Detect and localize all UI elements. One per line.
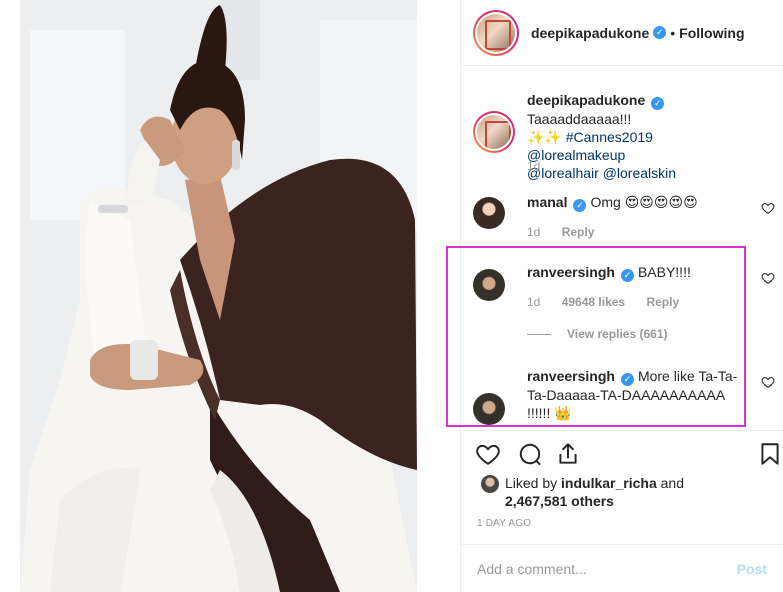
- comment-username[interactable]: ranveersingh: [527, 368, 615, 384]
- bookmark-icon[interactable]: [757, 441, 783, 467]
- comment-like-heart-icon[interactable]: [761, 375, 775, 389]
- comment-meta: 1d Reply: [527, 225, 612, 239]
- post-side-panel: deepikapadukone ✓ • Following deepikapad…: [460, 0, 783, 592]
- comment-username[interactable]: manal: [527, 194, 567, 210]
- verified-badge-icon: ✓: [651, 97, 665, 110]
- post-header: deepikapadukone ✓ • Following: [461, 0, 783, 66]
- post-photo-illustration: [20, 0, 417, 592]
- following-button[interactable]: Following: [679, 25, 744, 41]
- comment-username[interactable]: ranveersingh: [527, 264, 615, 280]
- caption-meta: 1d: [527, 159, 558, 173]
- verified-badge-icon: ✓: [620, 373, 634, 386]
- liked-by-prefix: Liked by: [505, 475, 562, 491]
- view-replies-label: View replies (661): [567, 327, 668, 341]
- reply-button[interactable]: Reply: [646, 295, 679, 309]
- comment-text: Omg 😍😍😍😍😍: [590, 194, 698, 210]
- comment-meta: 1d 49648 likes Reply: [527, 295, 697, 309]
- comment-text: BABY!!!!: [637, 264, 691, 280]
- comment-input[interactable]: [477, 560, 737, 577]
- author-username[interactable]: deepikapadukone: [531, 25, 649, 41]
- share-icon[interactable]: [555, 441, 581, 467]
- post-photo[interactable]: [20, 0, 417, 592]
- commenter-avatar[interactable]: [473, 269, 505, 301]
- liked-by-and: and: [656, 475, 684, 491]
- verified-badge-icon: ✓: [653, 26, 667, 39]
- speech-bubble-icon[interactable]: [517, 441, 543, 467]
- comment-bar: Post: [461, 544, 783, 592]
- post-timestamp[interactable]: 1 day ago: [477, 518, 531, 529]
- comment-like-heart-icon[interactable]: [761, 201, 775, 215]
- photo-pane: [0, 0, 460, 592]
- caption-time[interactable]: 1d: [527, 159, 540, 173]
- liker-username[interactable]: indulkar_richa: [561, 475, 657, 491]
- post-action-bar: [461, 430, 783, 470]
- heart-icon[interactable]: [475, 441, 501, 467]
- caption-author-avatar[interactable]: [473, 111, 515, 153]
- caption-line-1: Taaaaddaaaaa!!!: [527, 111, 632, 127]
- likes-count[interactable]: 2,467,581 others: [505, 493, 614, 509]
- comment-like-heart-icon[interactable]: [761, 271, 775, 285]
- verified-badge-icon: ✓: [620, 269, 634, 282]
- reply-button[interactable]: Reply: [562, 225, 595, 239]
- replies-divider: [527, 333, 551, 335]
- comment-time[interactable]: 1d: [527, 295, 540, 309]
- comment-likes-count[interactable]: 49648 likes: [562, 295, 625, 309]
- comment-time[interactable]: 1d: [527, 225, 540, 239]
- caption-line-2[interactable]: ✨✨ #Cannes2019 @lorealmakeup: [527, 129, 653, 163]
- verified-badge-icon: ✓: [573, 199, 587, 212]
- caption-username[interactable]: deepikapadukone: [527, 92, 645, 108]
- author-avatar[interactable]: [473, 9, 519, 56]
- commenter-avatar[interactable]: [473, 197, 505, 229]
- view-replies-button[interactable]: View replies (661): [527, 327, 668, 341]
- post-comment-button[interactable]: Post: [737, 561, 767, 577]
- liker-avatar[interactable]: [481, 475, 499, 493]
- commenter-avatar[interactable]: [473, 393, 505, 425]
- header-dot-separator: •: [670, 24, 676, 41]
- comments-list[interactable]: deepikapadukone ✓ Taaaaddaaaaa!!! ✨✨ #Cann…: [461, 67, 783, 429]
